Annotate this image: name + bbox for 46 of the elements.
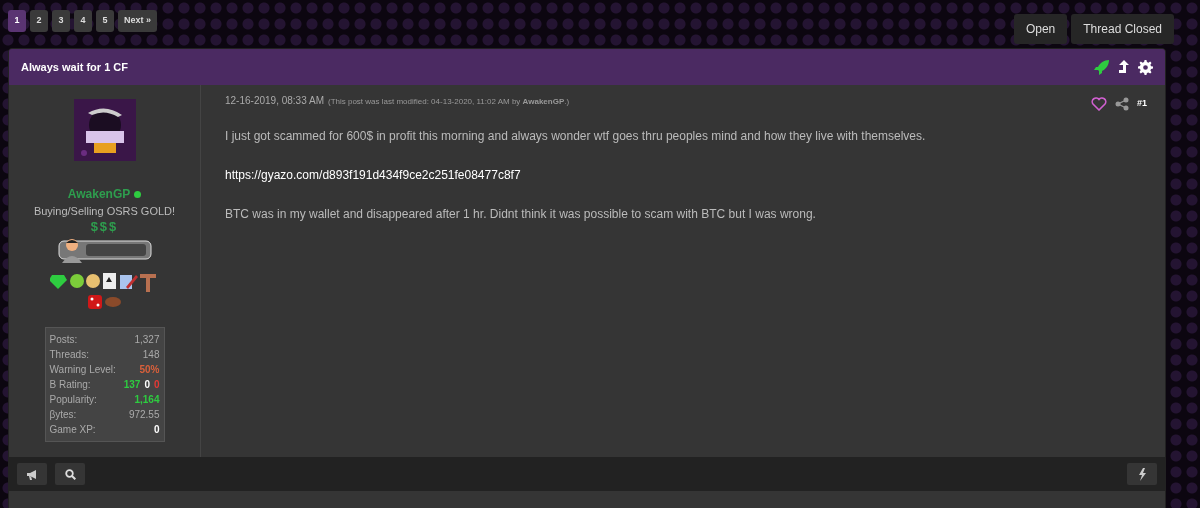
stat-label: Posts: [49,332,78,347]
stat-value: 0 [153,377,160,392]
stat-label: Warning Level: [49,362,116,377]
username[interactable]: AwakenGP [67,185,131,203]
stat-label: B Rating: [49,377,91,392]
page-button[interactable]: Next » [118,10,157,32]
report-button[interactable] [17,463,47,485]
search-icon [64,468,76,480]
page-button[interactable]: 4 [74,10,92,32]
vendor-badge-icon [57,236,152,263]
thread-status-button[interactable]: Open [1013,14,1068,44]
stat-label: Threads: [49,347,89,362]
post-date: 12-16-2019, 08:33 AM [225,94,324,108]
megaphone-icon [26,468,38,480]
lightning-icon [1138,467,1146,481]
post-paragraph: I just got scammed for 600$ in profit this morning and always wonder wtf goes thru peoples mind and how they live with themselves. [225,128,927,145]
stat-label: βytes: [49,407,77,422]
stat-value: 972.55 [128,407,160,422]
page-button[interactable]: 5 [96,10,114,32]
stat-value: 0 [153,422,160,437]
share-icon[interactable] [1115,97,1129,111]
heart-icon[interactable] [1091,97,1107,111]
stat-value: 1,327 [134,332,160,347]
search-button[interactable] [55,463,85,485]
stat-value: 137 [123,377,141,392]
stat-value: 148 [142,347,160,362]
post-paragraph: BTC was in my wallet and disappeared after 1 hr. Didnt think it was possible to scam with BTC but I was wrong. [225,206,817,223]
thread-title: Always wait for 1 CF [21,59,128,75]
post-link[interactable]: https://gyazo.com/d893f191d434f9ce2c251fe08477c8f7 [225,166,1147,184]
upload-arrow-icon[interactable] [1118,59,1130,75]
stat-value: 0 [144,377,150,392]
thread-status-button[interactable]: Thread Closed [1071,14,1174,44]
edit-note: (This post was last modified: 04-13-2020, 11:02 AM by AwakenGP.) [327,96,570,108]
post-number[interactable]: #1 [1137,97,1147,111]
user-title: Buying/Selling OSRS GOLD! [33,204,176,219]
user-rank: $$$ [90,219,119,233]
settings-icon[interactable] [1138,59,1153,75]
quick-reply-button[interactable] [1127,463,1157,485]
stat-label: Popularity: [49,392,97,407]
page-button[interactable]: 2 [30,10,48,32]
page-button[interactable]: 3 [52,10,70,32]
page-button[interactable]: 1 [8,10,26,32]
rocket-icon[interactable] [1094,59,1110,75]
stat-value: 50% [139,362,160,377]
stat-value: 1,164 [134,392,160,407]
stat-label: Game XP: [49,422,96,437]
